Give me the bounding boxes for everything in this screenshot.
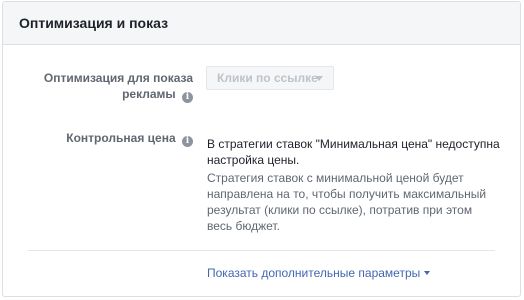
panel-header: Оптимизация и показ <box>3 2 520 45</box>
panel-title: Оптимизация и показ <box>19 15 169 31</box>
optimization-delivery-panel: Оптимизация и показ Оптимизация для пока… <box>2 1 521 297</box>
bid-strategy-description: Стратегия ставок с минимальной ценой буд… <box>207 171 487 233</box>
info-icon[interactable]: i <box>182 92 193 103</box>
bid-control-label: Контрольная цена i <box>13 130 193 147</box>
divider <box>28 250 495 251</box>
info-icon[interactable]: i <box>182 136 193 147</box>
show-more-options-label: Показать дополнительные параметры <box>207 266 421 280</box>
show-more-options-link[interactable]: Показать дополнительные параметры <box>207 266 431 280</box>
optimization-dropdown: Клики по ссылке <box>206 66 334 90</box>
optimization-label: Оптимизация для показа рекламы i <box>13 70 193 103</box>
bid-control-label-text: Контрольная цена <box>66 131 176 145</box>
optimization-dropdown-value: Клики по ссылке <box>217 71 318 85</box>
chevron-down-icon <box>315 76 323 81</box>
caret-down-icon <box>424 271 431 275</box>
optimization-label-text: Оптимизация для показа рекламы <box>43 71 193 101</box>
bid-control-notice: В стратегии ставок "Минимальная цена" не… <box>207 137 500 167</box>
